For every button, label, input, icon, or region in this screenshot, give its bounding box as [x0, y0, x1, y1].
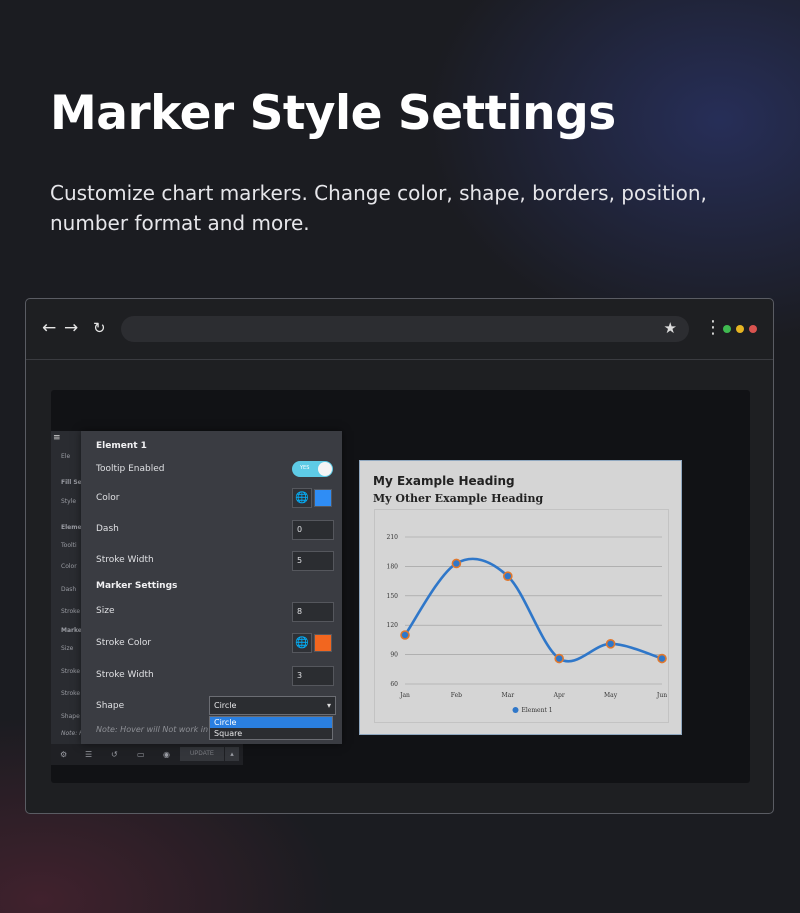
- sidebar-row: Shape: [61, 713, 80, 720]
- update-button[interactable]: UPDATE: [180, 747, 224, 761]
- sidebar-row: Stroke: [61, 668, 81, 675]
- sidebar-row: Toolti: [61, 542, 77, 549]
- tooltip-label: Tooltip Enabled: [96, 464, 165, 474]
- back-arrow-icon[interactable]: ←: [42, 318, 56, 338]
- sidebar-row: Color: [61, 563, 77, 570]
- shape-select[interactable]: Circle ▾: [209, 696, 336, 715]
- settings-gear-icon[interactable]: ⚙: [60, 750, 67, 759]
- y-tick-label: 120: [387, 622, 399, 629]
- marker-stroke-width-input[interactable]: 3: [292, 666, 334, 686]
- dash-input[interactable]: 0: [292, 520, 334, 540]
- marker-settings-title: Marker Settings: [96, 581, 178, 591]
- stroke-color-label: Stroke Color: [96, 638, 152, 648]
- window-dot-red: [749, 325, 757, 333]
- sidebar-row: Dash: [61, 586, 77, 593]
- responsive-icon[interactable]: ▭: [137, 750, 145, 759]
- page-viewport: ≡ Ele Fill Set Style Eleme Toolti Color …: [51, 390, 750, 783]
- data-point-marker: [503, 571, 513, 581]
- hamburger-icon[interactable]: ≡: [53, 433, 61, 443]
- address-bar[interactable]: ★: [121, 316, 689, 342]
- sidebar-row: Stroke: [61, 690, 81, 697]
- global-color-icon[interactable]: 🌐: [292, 488, 312, 508]
- data-point-marker: [657, 653, 667, 664]
- layers-icon[interactable]: ☰: [85, 750, 92, 759]
- preview-eye-icon[interactable]: ◉: [163, 750, 170, 759]
- reload-icon[interactable]: ↻: [93, 318, 106, 338]
- tooltip-toggle[interactable]: YES: [292, 461, 333, 477]
- window-dot-yellow: [736, 325, 744, 333]
- page-title: Marker Style Settings: [50, 86, 616, 141]
- x-tick-label: Feb: [451, 692, 462, 699]
- sidebar-row: Marke: [61, 627, 82, 634]
- data-point-marker: [400, 630, 410, 640]
- x-tick-label: Jan: [399, 692, 410, 699]
- chart-area: 60 90 120 150 180 210 Jan Feb Mar Apr May Jun Elemen…: [374, 509, 669, 723]
- data-point-marker: [554, 653, 564, 664]
- data-point-marker: [451, 558, 462, 569]
- stroke-width-input[interactable]: 5: [292, 551, 334, 571]
- element-settings-panel: Element 1 Tooltip Enabled YES Color 🌐 Da…: [81, 431, 342, 744]
- series-line: [403, 557, 663, 663]
- hover-note: Note: Hover will Not work in Sc: [96, 725, 221, 734]
- stroke-color-swatch[interactable]: [314, 634, 332, 652]
- kebab-menu-icon[interactable]: ⋮: [704, 318, 722, 338]
- star-icon[interactable]: ★: [664, 319, 677, 337]
- chart-preview-card: My Example Heading My Other Example Head…: [359, 460, 682, 735]
- y-tick-label: 90: [390, 652, 398, 659]
- sidebar-row: Style: [61, 498, 77, 505]
- sidebar-row: Stroke: [61, 608, 81, 615]
- marker-stroke-width-label: Stroke Width: [96, 670, 154, 680]
- x-tick-label: Jun: [656, 692, 667, 699]
- y-tick-label: 150: [387, 593, 399, 600]
- shape-option-square[interactable]: Square: [210, 728, 332, 739]
- data-point-marker: [605, 639, 616, 649]
- panel-section-title: Element 1: [96, 441, 147, 451]
- update-options-caret-icon[interactable]: ▴: [225, 747, 239, 761]
- y-tick-label: 210: [387, 534, 399, 541]
- marker-size-label: Size: [96, 606, 115, 616]
- global-color-icon[interactable]: 🌐: [292, 633, 312, 653]
- stroke-width-label: Stroke Width: [96, 555, 154, 565]
- y-tick-label: 180: [387, 563, 399, 570]
- browser-window: ← → ↻ ★ ⋮ ≡ Ele Fill Set Style Eleme Too…: [25, 298, 774, 814]
- page-subtitle: Customize chart markers. Change color, s…: [50, 181, 707, 235]
- shape-option-circle[interactable]: Circle: [210, 717, 332, 728]
- color-label: Color: [96, 493, 120, 503]
- preview-subheading: My Other Example Heading: [373, 492, 544, 505]
- editor-footer: ⚙ ☰ ↺ ▭ ◉ UPDATE ▴: [51, 744, 243, 765]
- legend-marker: [512, 707, 519, 713]
- history-icon[interactable]: ↺: [111, 750, 118, 759]
- sidebar-row: Size: [61, 645, 74, 652]
- line-chart: 60 90 120 150 180 210 Jan Feb Mar Apr May Jun Elemen…: [387, 534, 668, 714]
- x-tick-label: Apr: [553, 692, 565, 699]
- window-dot-green: [723, 325, 731, 333]
- x-tick-label: May: [604, 692, 618, 699]
- dash-label: Dash: [96, 524, 119, 534]
- y-tick-label: 60: [390, 681, 398, 688]
- chevron-down-icon: ▾: [326, 701, 331, 710]
- marker-size-input[interactable]: 8: [292, 602, 334, 622]
- x-tick-label: Mar: [502, 692, 515, 699]
- preview-heading: My Example Heading: [373, 474, 515, 488]
- browser-toolbar: ← → ↻ ★ ⋮: [26, 299, 773, 360]
- sidebar-row: Ele: [61, 453, 71, 460]
- legend-label: Element 1: [522, 707, 553, 714]
- sidebar-row: Eleme: [61, 524, 82, 531]
- forward-arrow-icon[interactable]: →: [64, 318, 78, 338]
- shape-dropdown: Circle Square: [209, 716, 333, 740]
- shape-label: Shape: [96, 701, 125, 711]
- color-swatch[interactable]: [314, 489, 332, 507]
